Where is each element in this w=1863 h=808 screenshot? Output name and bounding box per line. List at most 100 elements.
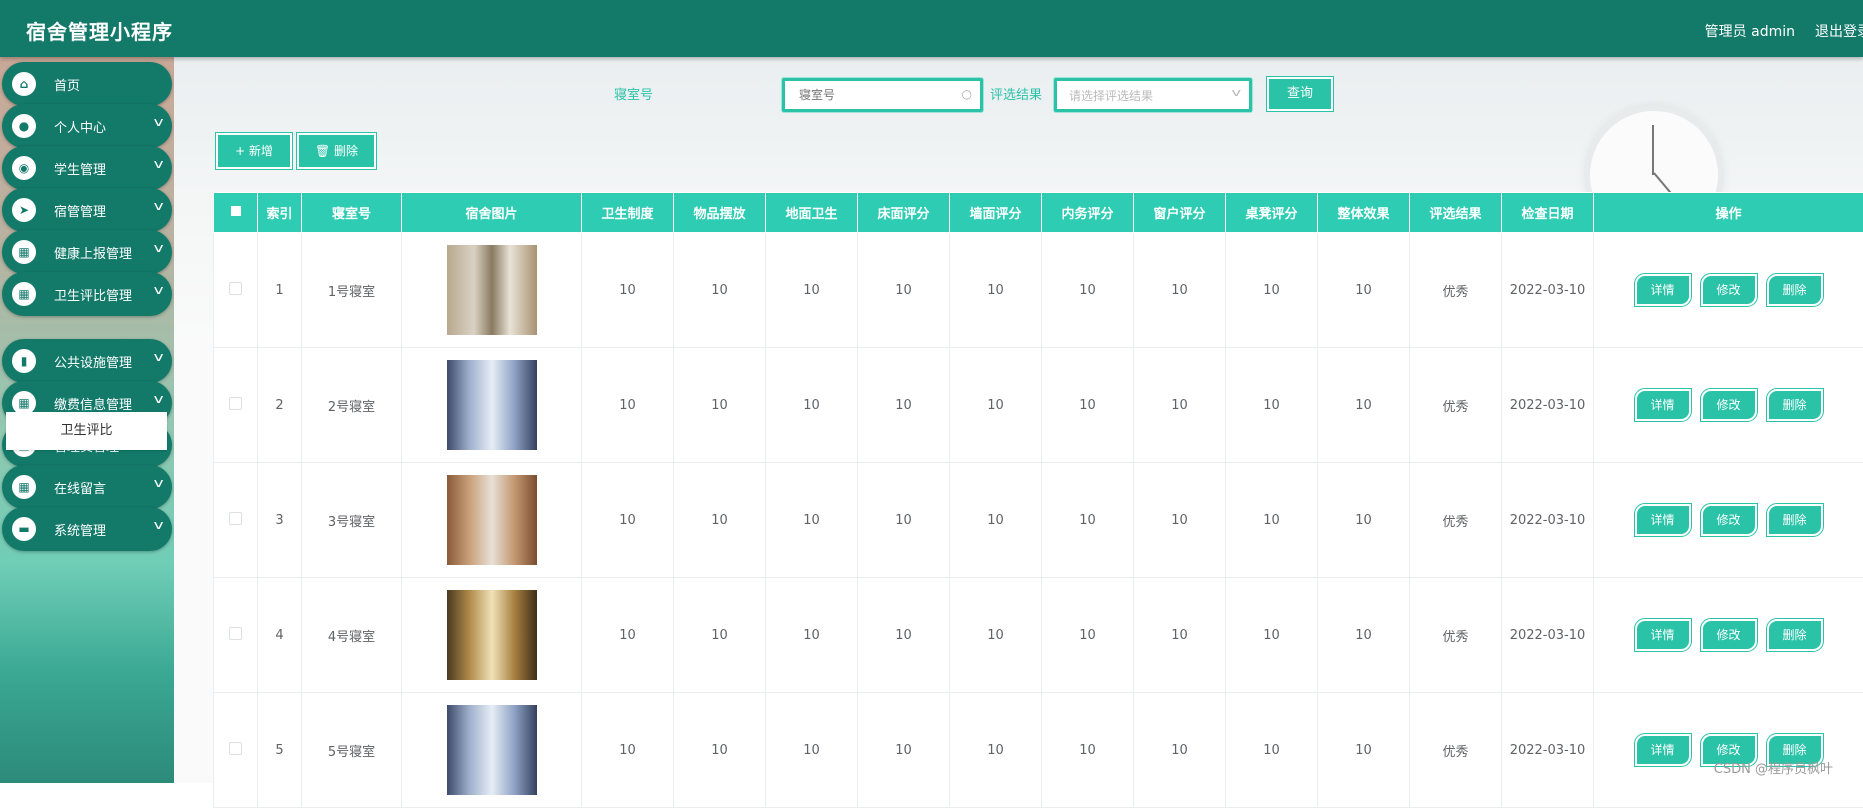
sidebar-item-6[interactable]: ▮公共设施管理v [2, 339, 172, 383]
cell-actions: 详情修改删除 [1594, 693, 1863, 808]
cell-score: 10 [582, 578, 674, 693]
table-header-row: 索引寝室号宿舍图片卫生制度物品摆放地面卫生床面评分墙面评分内务评分窗户评分桌凳评… [214, 193, 1863, 233]
add-button[interactable]: + 新增 [216, 133, 292, 169]
column-header: 宿舍图片 [402, 193, 582, 233]
send-icon: ➤ [12, 198, 36, 222]
cell-score: 10 [858, 693, 950, 808]
cell-score: 10 [582, 463, 674, 578]
sidebar-item-label: 学生管理 [54, 159, 106, 178]
location-icon: ◉ [12, 156, 36, 180]
cell-date: 2022-03-10 [1502, 693, 1594, 808]
query-button[interactable]: 查询 [1267, 77, 1333, 111]
edit-button[interactable]: 修改 [1701, 619, 1757, 651]
cell-score: 10 [858, 233, 950, 348]
inspection-table: 索引寝室号宿舍图片卫生制度物品摆放地面卫生床面评分墙面评分内务评分窗户评分桌凳评… [213, 192, 1863, 808]
delete-button[interactable]: 删除 [1767, 619, 1823, 651]
cell-score: 10 [1226, 463, 1318, 578]
home-icon: ⌂ [12, 72, 36, 96]
sidebar-item-10[interactable]: ▬系统管理v [2, 507, 172, 551]
cell-actions: 详情修改删除 [1594, 578, 1863, 693]
cell-score: 10 [766, 463, 858, 578]
cell-index: 3 [258, 463, 302, 578]
cell-image [402, 693, 582, 808]
column-header: 寝室号 [302, 193, 402, 233]
delete-button[interactable]: 删除 [1767, 504, 1823, 536]
room-search-input[interactable]: ○ [782, 78, 983, 112]
detail-button[interactable]: 详情 [1635, 734, 1691, 766]
row-checkbox[interactable] [214, 578, 258, 693]
batch-delete-button[interactable]: 🗑 删除 [297, 133, 376, 169]
detail-button[interactable]: 详情 [1635, 504, 1691, 536]
cell-actions: 详情修改删除 [1594, 233, 1863, 348]
watermark: CSDN @程序员枫叶 [1714, 758, 1833, 777]
column-header: 地面卫生 [766, 193, 858, 233]
cell-score: 10 [1134, 693, 1226, 808]
dorm-photo[interactable] [447, 475, 537, 565]
table-row: 55号寝室101010101010101010优秀2022-03-10详情修改删… [214, 693, 1863, 808]
cell-score: 10 [858, 348, 950, 463]
cell-score: 10 [674, 463, 766, 578]
cell-score: 10 [1318, 463, 1410, 578]
cell-date: 2022-03-10 [1502, 463, 1594, 578]
cell-date: 2022-03-10 [1502, 348, 1594, 463]
cell-index: 2 [258, 348, 302, 463]
table-row: 11号寝室101010101010101010优秀2022-03-10详情修改删… [214, 233, 1863, 348]
cell-score: 10 [1134, 463, 1226, 578]
edit-button[interactable]: 修改 [1701, 389, 1757, 421]
cell-score: 10 [582, 348, 674, 463]
cell-room: 5号寝室 [302, 693, 402, 808]
sidebar-item-0[interactable]: ⌂ 首页 [2, 62, 172, 106]
edit-button[interactable]: 修改 [1701, 274, 1757, 306]
row-checkbox[interactable] [214, 348, 258, 463]
column-header: 物品摆放 [674, 193, 766, 233]
cell-score: 10 [1226, 233, 1318, 348]
delete-button[interactable]: 删除 [1767, 274, 1823, 306]
table-row: 33号寝室101010101010101010优秀2022-03-10详情修改删… [214, 463, 1863, 578]
column-header: 检查日期 [1502, 193, 1594, 233]
sidebar-item-3[interactable]: ➤宿管管理v [2, 188, 172, 232]
sidebar-item-label: 在线留言 [54, 478, 106, 497]
select-all-checkbox[interactable] [214, 193, 258, 233]
column-header: 操作 [1594, 193, 1863, 233]
detail-button[interactable]: 详情 [1635, 274, 1691, 306]
sidebar-subitem-hygiene[interactable]: 卫生评比 [6, 412, 167, 450]
user-icon: ● [12, 114, 36, 138]
dorm-photo[interactable] [447, 245, 537, 335]
cell-score: 10 [1134, 348, 1226, 463]
sidebar-item-1[interactable]: ●个人中心v [2, 104, 172, 148]
result-select[interactable]: 请选择评选结果 v [1054, 78, 1252, 112]
result-select-placeholder: 请选择评选结果 [1069, 87, 1153, 104]
row-checkbox[interactable] [214, 463, 258, 578]
edit-button[interactable]: 修改 [1701, 504, 1757, 536]
detail-button[interactable]: 详情 [1635, 389, 1691, 421]
wallet-icon: ▬ [12, 517, 36, 541]
row-checkbox[interactable] [214, 233, 258, 348]
sidebar: ⌂首页●个人中心v◉学生管理v➤宿管管理v▦健康上报管理v▦卫生评比管理v▮公共… [0, 57, 174, 783]
logout-link[interactable]: 退出登录 [1815, 21, 1863, 41]
sidebar-item-4[interactable]: ▦健康上报管理v [2, 230, 172, 274]
sidebar-item-5[interactable]: ▦卫生评比管理v [2, 272, 172, 316]
sidebar-item-label: 首页 [54, 75, 80, 94]
cell-score: 10 [766, 578, 858, 693]
cell-score: 10 [766, 233, 858, 348]
row-checkbox[interactable] [214, 693, 258, 808]
room-search-label: 寝室号 [614, 84, 653, 103]
room-input[interactable] [797, 81, 961, 109]
cell-score: 10 [1042, 233, 1134, 348]
result-select-label: 评选结果 [990, 84, 1042, 103]
sidebar-item-label: 卫生评比管理 [54, 285, 132, 304]
grid-icon: ▦ [12, 240, 36, 264]
table-row: 44号寝室101010101010101010优秀2022-03-10详情修改删… [214, 578, 1863, 693]
column-header: 窗户评分 [1134, 193, 1226, 233]
detail-button[interactable]: 详情 [1635, 619, 1691, 651]
sidebar-item-9[interactable]: ▦在线留言v [2, 465, 172, 509]
cell-date: 2022-03-10 [1502, 233, 1594, 348]
dorm-photo[interactable] [447, 590, 537, 680]
cell-image [402, 578, 582, 693]
cell-score: 10 [1226, 693, 1318, 808]
dorm-photo[interactable] [447, 360, 537, 450]
sidebar-item-2[interactable]: ◉学生管理v [2, 146, 172, 190]
dorm-photo[interactable] [447, 705, 537, 795]
delete-button[interactable]: 删除 [1767, 389, 1823, 421]
cell-room: 4号寝室 [302, 578, 402, 693]
